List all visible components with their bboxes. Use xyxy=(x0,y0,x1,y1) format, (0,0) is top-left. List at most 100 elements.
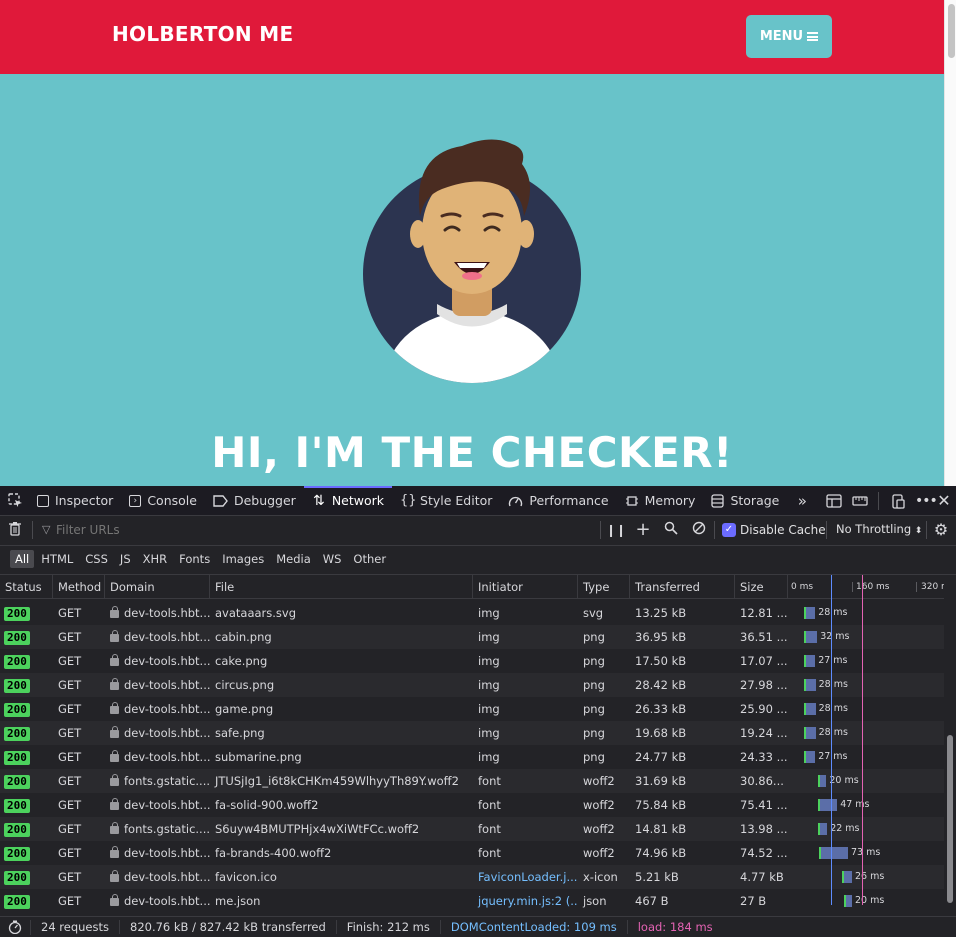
method-cell: GET xyxy=(58,774,82,788)
column-file[interactable]: File xyxy=(210,575,473,599)
pause-icon[interactable]: ❙❙ xyxy=(606,521,626,539)
column-transferred[interactable]: Transferred xyxy=(630,575,735,599)
table-row[interactable]: 200 GET dev-tools.hbt... fa-solid-900.woff2… xyxy=(0,793,944,817)
website-viewport: HOLBERTON ME MENU HI, I'M THE CHECKER! xyxy=(0,0,944,486)
method-cell: GET xyxy=(58,870,82,884)
file-cell: fa-brands-400.woff2 xyxy=(215,846,332,860)
performance-icon xyxy=(509,496,523,506)
waterfall-time-label: 28 ms xyxy=(818,679,848,690)
tab-label: Inspector xyxy=(55,493,114,508)
waterfall-time-label: 32 ms xyxy=(820,631,850,642)
column-method[interactable]: Method xyxy=(53,575,105,599)
initiator-cell: font xyxy=(478,846,501,860)
page-scrollbar-thumb[interactable] xyxy=(948,4,955,58)
tab-performance[interactable]: Performance xyxy=(500,486,616,515)
domain-text: dev-tools.hbt... xyxy=(124,798,210,812)
status-cell: 200 xyxy=(0,889,53,913)
size-cell: 30.86... xyxy=(740,774,784,788)
tab-console[interactable]: › Console xyxy=(121,486,205,515)
method-cell: GET xyxy=(58,822,82,836)
frames-icon[interactable] xyxy=(826,493,842,508)
table-row[interactable]: 200 GET dev-tools.hbt... cake.png img png 17.5… xyxy=(0,649,944,673)
filter-html[interactable]: HTML xyxy=(36,550,78,568)
tab-network[interactable]: ⇅ Network xyxy=(303,486,393,515)
more-options-icon[interactable]: ••• xyxy=(915,494,938,508)
table-row[interactable]: 200 GET dev-tools.hbt... avataaars.svg img sv… xyxy=(0,601,944,625)
column-status[interactable]: Status xyxy=(0,575,53,599)
tab-label: Network xyxy=(331,493,385,508)
site-brand[interactable]: HOLBERTON ME xyxy=(112,22,293,46)
rulers-icon[interactable] xyxy=(852,494,868,508)
table-row[interactable]: 200 GET dev-tools.hbt... fa-brands-400.woff… xyxy=(0,841,944,865)
table-row[interactable]: 200 GET dev-tools.hbt... cabin.png img png 36.… xyxy=(0,625,944,649)
column-domain[interactable]: Domain xyxy=(105,575,210,599)
performance-analysis-icon[interactable] xyxy=(0,919,31,935)
throttling-select[interactable]: No Throttling ⬍ xyxy=(836,522,922,536)
table-row[interactable]: 200 GET dev-tools.hbt... game.png img png 26.3… xyxy=(0,697,944,721)
initiator-cell[interactable]: jquery.min.js:2 (... xyxy=(473,889,578,913)
file-cell: circus.png xyxy=(215,678,275,692)
timeline-tick: 0 ms xyxy=(791,582,814,592)
method-cell: GET xyxy=(58,750,82,764)
disable-cache-checkbox[interactable]: ✓ Disable Cache xyxy=(722,523,826,537)
table-row[interactable]: 200 GET dev-tools.hbt... favicon.ico Favicon… xyxy=(0,865,944,889)
filter-urls-input[interactable] xyxy=(40,519,590,541)
filter-all[interactable]: All xyxy=(10,550,35,568)
filter-media[interactable]: Media xyxy=(271,550,316,568)
filter-fonts[interactable]: Fonts xyxy=(174,550,215,568)
more-tabs-button[interactable]: » xyxy=(787,486,817,515)
menu-button[interactable]: MENU xyxy=(746,15,832,58)
site-header: HOLBERTON ME MENU xyxy=(0,0,944,74)
initiator-cell: img xyxy=(478,750,500,764)
waterfall-time-label: 28 ms xyxy=(818,703,848,714)
filter-js[interactable]: JS xyxy=(115,550,136,568)
table-row[interactable]: 200 GET fonts.gstatic.... S6uyw4BMUTPHjx4wX… xyxy=(0,817,944,841)
table-row[interactable]: 200 GET fonts.gstatic.... JTUSjIg1_i6t8kCHK… xyxy=(0,769,944,793)
column-type[interactable]: Type xyxy=(578,575,630,599)
waterfall-bar xyxy=(818,847,848,859)
table-row[interactable]: 200 GET dev-tools.hbt... submarine.png img pn… xyxy=(0,745,944,769)
table-scrollbar[interactable] xyxy=(944,575,956,905)
tab-storage[interactable]: Storage xyxy=(703,486,787,515)
status-badge: 200 xyxy=(4,703,30,717)
status-badge: 200 xyxy=(4,799,30,813)
settings-gear-icon[interactable]: ⚙ xyxy=(932,521,950,539)
status-badge: 200 xyxy=(4,679,30,693)
page-scrollbar[interactable] xyxy=(944,0,956,486)
table-row[interactable]: 200 GET dev-tools.hbt... circus.png img png 28… xyxy=(0,673,944,697)
close-icon[interactable]: ✕ xyxy=(937,492,951,508)
column-size[interactable]: Size xyxy=(735,575,788,599)
element-picker-button[interactable] xyxy=(0,486,29,515)
tab-inspector[interactable]: Inspector xyxy=(29,486,121,515)
status-badge: 200 xyxy=(4,751,30,765)
file-cell: cabin.png xyxy=(215,630,272,644)
responsive-design-icon[interactable] xyxy=(891,493,905,509)
lock-icon xyxy=(110,702,119,714)
waterfall-bar xyxy=(804,727,816,739)
column-initiator[interactable]: Initiator xyxy=(473,575,578,599)
initiator-cell[interactable]: FaviconLoader.j... xyxy=(473,865,578,889)
filter-images[interactable]: Images xyxy=(217,550,269,568)
checkbox-checked-icon[interactable]: ✓ xyxy=(722,523,736,537)
method-cell: GET xyxy=(58,846,82,860)
summary-transferred: 820.76 kB / 827.42 kB transferred xyxy=(120,920,337,934)
file-cell: submarine.png xyxy=(215,750,302,764)
table-row[interactable]: 200 GET dev-tools.hbt... me.json jquery.min.… xyxy=(0,889,944,913)
method-cell: GET xyxy=(58,606,82,620)
table-row[interactable]: 200 GET dev-tools.hbt... safe.png img png 19.6… xyxy=(0,721,944,745)
tab-style-editor[interactable]: {} Style Editor xyxy=(392,486,500,515)
search-icon[interactable] xyxy=(662,521,680,539)
column-waterfall[interactable]: 0 ms 160 ms 320 ms xyxy=(788,575,944,599)
filter-css[interactable]: CSS xyxy=(80,550,113,568)
filter-ws[interactable]: WS xyxy=(318,550,347,568)
add-filter-icon[interactable]: + xyxy=(634,521,652,539)
tab-memory[interactable]: Memory xyxy=(617,486,704,515)
clear-requests-icon[interactable] xyxy=(6,521,24,539)
table-scrollbar-thumb[interactable] xyxy=(947,735,953,903)
filter-other[interactable]: Other xyxy=(348,550,391,568)
domain-cell: dev-tools.hbt... xyxy=(105,697,210,721)
tab-debugger[interactable]: Debugger xyxy=(205,486,304,515)
block-requests-icon[interactable] xyxy=(690,521,708,539)
filter-xhr[interactable]: XHR xyxy=(138,550,173,568)
lock-icon xyxy=(110,750,119,762)
